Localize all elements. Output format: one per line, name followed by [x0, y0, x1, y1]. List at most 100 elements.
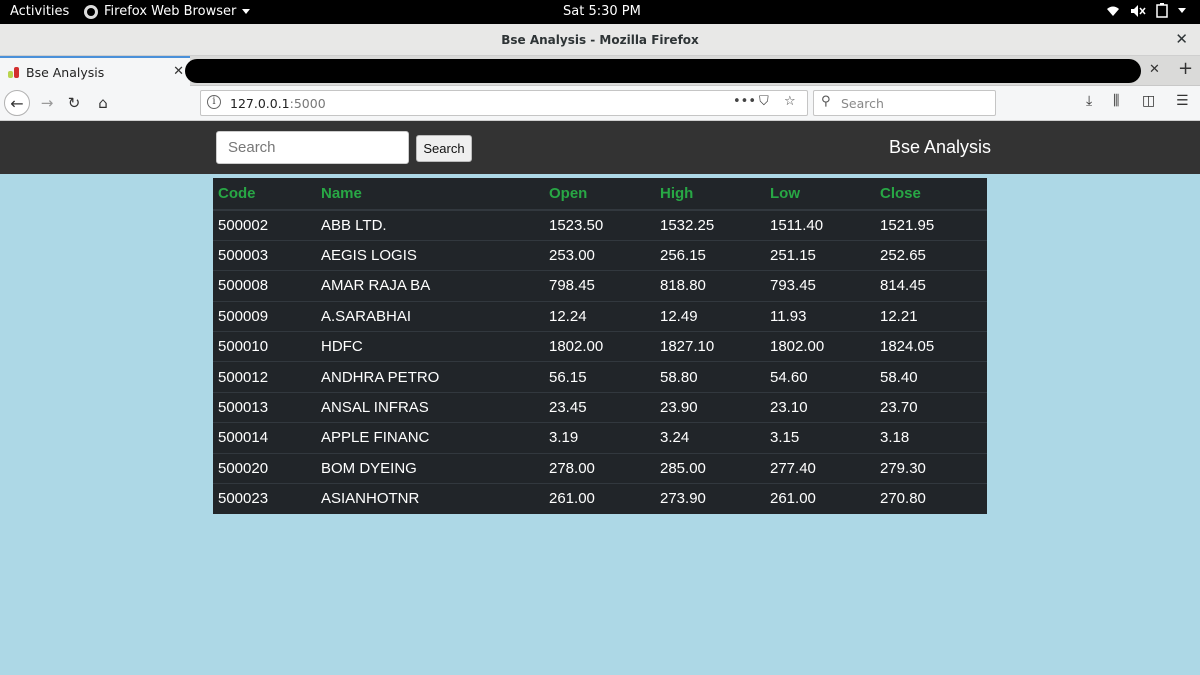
- cell-high: 3.24: [655, 422, 765, 454]
- column-header-low: Low: [765, 178, 875, 211]
- close-window-icon[interactable]: ✕: [1175, 30, 1188, 48]
- cell-close: 279.30: [875, 452, 987, 484]
- column-header-code: Code: [213, 178, 316, 211]
- system-top-bar: Activities Firefox Web Browser Sat 5:30 …: [0, 0, 1200, 24]
- download-icon[interactable]: ⤓: [1086, 93, 1092, 109]
- page-actions-icon[interactable]: •••: [733, 94, 756, 109]
- forward-icon[interactable]: →: [34, 90, 60, 116]
- cell-open: 23.45: [544, 391, 655, 423]
- table-body: 500002 ABB LTD. 1523.50 1532.25 1511.40 1521.…: [213, 209, 987, 514]
- system-tray[interactable]: [1106, 3, 1186, 18]
- cell-close: 58.40: [875, 361, 987, 393]
- favicon-icon: [8, 66, 20, 78]
- window-titlebar: Bse Analysis - Mozilla Firefox ✕: [0, 24, 1200, 56]
- search-icon: ⚲: [821, 94, 831, 109]
- page-navbar: Search Bse Analysis: [0, 121, 1200, 174]
- bookmark-star-icon[interactable]: ☆: [784, 94, 796, 109]
- cell-open: 253.00: [544, 239, 655, 271]
- tab-bse-analysis[interactable]: Bse Analysis ✕: [0, 56, 190, 86]
- app-menu-label: Firefox Web Browser: [104, 4, 237, 19]
- menu-icon[interactable]: ☰: [1176, 93, 1189, 109]
- cell-close: 1824.05: [875, 331, 987, 362]
- cell-code: 500010: [213, 331, 316, 362]
- cell-name: ANDHRA PETRO: [316, 361, 544, 393]
- tab-label: Bse Analysis: [26, 64, 105, 80]
- table-row: 500008 AMAR RAJA BA 798.45 818.80 793.45 814.…: [213, 270, 987, 302]
- cell-high: 273.90: [655, 483, 765, 514]
- cell-code: 500020: [213, 452, 316, 484]
- table-header-row: Code Name Open High Low Close: [213, 178, 987, 211]
- cell-close: 1521.95: [875, 209, 987, 241]
- close-tab-icon[interactable]: ✕: [1149, 62, 1160, 77]
- site-info-icon[interactable]: i: [207, 95, 221, 109]
- back-icon[interactable]: ←: [4, 90, 30, 116]
- cell-open: 1523.50: [544, 209, 655, 241]
- table-row: 500009 A.SARABHAI 12.24 12.49 11.93 12.21: [213, 300, 987, 332]
- cell-name: BOM DYEING: [316, 452, 544, 484]
- cell-low: 1802.00: [765, 331, 875, 362]
- table-row: 500020 BOM DYEING 278.00 285.00 277.40 279.30: [213, 452, 987, 484]
- pocket-icon[interactable]: ⛉: [759, 94, 769, 109]
- cell-close: 3.18: [875, 422, 987, 454]
- url-bar[interactable]: i 127.0.0.1:5000 ••• ⛉ ☆: [200, 90, 808, 116]
- cell-close: 12.21: [875, 300, 987, 332]
- battery-icon: [1156, 3, 1168, 18]
- home-icon[interactable]: ⌂: [90, 90, 116, 116]
- cell-code: 500012: [213, 361, 316, 393]
- table-row: 500010 HDFC 1802.00 1827.10 1802.00 1824.05: [213, 331, 987, 362]
- cell-code: 500002: [213, 209, 316, 241]
- library-icon[interactable]: ⫼: [1113, 93, 1119, 109]
- cell-close: 252.65: [875, 239, 987, 271]
- cell-open: 1802.00: [544, 331, 655, 362]
- page-search-button[interactable]: Search: [416, 135, 472, 162]
- redacted-tab[interactable]: [185, 59, 1141, 83]
- cell-close: 23.70: [875, 391, 987, 423]
- clock[interactable]: Sat 5:30 PM: [563, 4, 641, 19]
- url-text[interactable]: 127.0.0.1:5000: [230, 96, 326, 111]
- cell-high: 1532.25: [655, 209, 765, 241]
- table-row: 500002 ABB LTD. 1523.50 1532.25 1511.40 1521.…: [213, 209, 987, 241]
- brand-title[interactable]: Bse Analysis: [889, 137, 991, 158]
- close-tab-icon[interactable]: ✕: [173, 64, 184, 79]
- cell-high: 23.90: [655, 391, 765, 423]
- firefox-icon: [84, 4, 98, 19]
- reload-icon[interactable]: ↻: [61, 90, 87, 116]
- cell-low: 3.15: [765, 422, 875, 454]
- table-row: 500003 AEGIS LOGIS 253.00 256.15 251.15 252.6…: [213, 239, 987, 271]
- new-tab-icon[interactable]: +: [1178, 58, 1193, 79]
- cell-open: 56.15: [544, 361, 655, 393]
- app-menu[interactable]: Firefox Web Browser: [84, 4, 251, 19]
- page-search-input[interactable]: [216, 131, 409, 164]
- column-header-open: Open: [544, 178, 655, 211]
- cell-low: 54.60: [765, 361, 875, 393]
- chevron-down-icon: [242, 9, 251, 14]
- chevron-down-icon: [1178, 8, 1186, 13]
- cell-code: 500003: [213, 239, 316, 271]
- wifi-icon: [1107, 6, 1119, 16]
- sidebar-icon[interactable]: ◫: [1142, 93, 1155, 109]
- cell-name: ANSAL INFRAS: [316, 391, 544, 423]
- cell-open: 278.00: [544, 452, 655, 484]
- cell-low: 1511.40: [765, 209, 875, 241]
- stock-table: Code Name Open High Low Close 500002 ABB …: [213, 178, 987, 514]
- cell-high: 818.80: [655, 270, 765, 302]
- cell-high: 12.49: [655, 300, 765, 332]
- cell-low: 277.40: [765, 452, 875, 484]
- column-header-name: Name: [316, 178, 544, 211]
- cell-low: 23.10: [765, 391, 875, 423]
- cell-high: 58.80: [655, 361, 765, 393]
- cell-name: ABB LTD.: [316, 209, 544, 241]
- table-row: 500012 ANDHRA PETRO 56.15 58.80 54.60 58.40: [213, 361, 987, 393]
- cell-code: 500009: [213, 300, 316, 332]
- browser-search-bar[interactable]: ⚲ Search: [813, 90, 996, 116]
- activities-button[interactable]: Activities: [10, 4, 69, 19]
- table-row: 500013 ANSAL INFRAS 23.45 23.90 23.10 23.70: [213, 391, 987, 423]
- window-title: Bse Analysis - Mozilla Firefox: [501, 33, 699, 47]
- cell-open: 12.24: [544, 300, 655, 332]
- cell-low: 793.45: [765, 270, 875, 302]
- cell-close: 814.45: [875, 270, 987, 302]
- cell-open: 798.45: [544, 270, 655, 302]
- cell-low: 261.00: [765, 483, 875, 514]
- nav-toolbar: ← → ↻ ⌂ i 127.0.0.1:5000 ••• ⛉ ☆ ⚲ Searc…: [0, 86, 1200, 121]
- cell-name: AEGIS LOGIS: [316, 239, 544, 271]
